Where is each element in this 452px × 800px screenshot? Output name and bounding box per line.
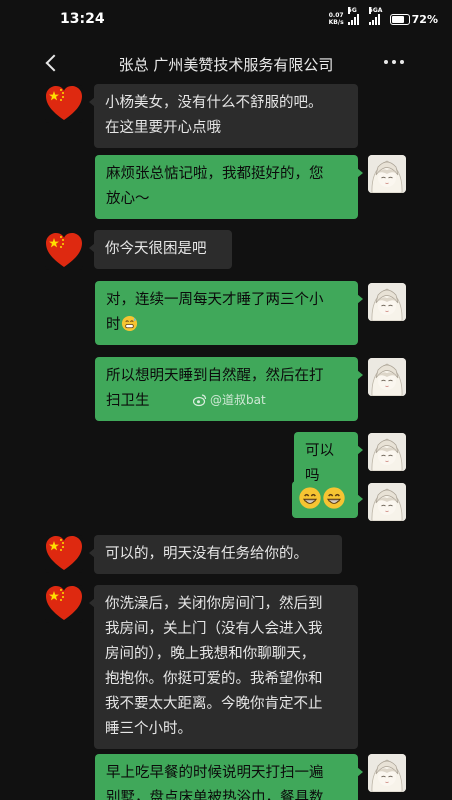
chat-header: 张总 广州美赞技术服务有限公司: [0, 40, 452, 86]
status-indicators: 0.07 KB/s 5G 5GA 72%: [329, 7, 438, 26]
battery: 72%: [389, 12, 438, 26]
message-text: 我不要太大距离。今晚你肯定不止: [105, 696, 323, 712]
contact-avatar[interactable]: [45, 535, 83, 573]
message-text: 房间的），晚上我想和你聊聊天，: [105, 646, 316, 662]
network-speed-value: 0.07: [328, 12, 344, 19]
message-bubble[interactable]: 你洗澡后，关闭你房间门，然后到 我房间，关上门（没有人会进入我 房间的），晚上我想和…: [89, 585, 358, 749]
message-text: 麻烦张总惦记啦，我都挺好的，您: [106, 166, 324, 182]
self-avatar[interactable]: [368, 358, 406, 396]
self-avatar[interactable]: [368, 754, 406, 792]
grin-emoji: [299, 487, 321, 509]
status-time: 13:24: [60, 11, 105, 27]
message-text: 所以想明天睡到自然醒，然后在打: [106, 368, 324, 384]
contact-avatar[interactable]: [45, 85, 83, 123]
message-bubble[interactable]: 所以想明天睡到自然醒，然后在打 扫卫生: [95, 357, 363, 421]
battery-icon: [389, 13, 410, 25]
network-speed-unit: KB/s: [328, 19, 344, 26]
watermark-text: @道叔bat: [210, 393, 266, 407]
chat-title: 张总 广州美赞技术服务有限公司: [118, 56, 334, 74]
message-text: 在这里要开心点哦: [105, 120, 221, 136]
more-dots-icon[interactable]: [384, 60, 404, 64]
message-text: 早上吃早餐的时候说明天打扫一遍: [106, 765, 324, 781]
message-bubble[interactable]: 可以的，明天没有任务给你的。: [89, 535, 342, 574]
message-text: 我房间，关上门（没有人会进入我: [105, 621, 323, 637]
signal-5ga-label: 5GA: [368, 7, 383, 14]
watermark: @道叔bat: [193, 391, 266, 408]
self-avatar[interactable]: [368, 283, 406, 321]
message-text: 你洗澡后，关闭你房间门，然后到: [105, 596, 323, 612]
contact-avatar[interactable]: [45, 232, 83, 270]
message-bubble[interactable]: 小杨美女，没有什么不舒服的吧。 在这里要开心点哦: [89, 84, 358, 148]
grin-emoji: [323, 487, 345, 509]
message-text: 你今天很困是吧: [105, 241, 207, 257]
message-bubble[interactable]: 麻烦张总惦记啦，我都挺好的，您 放心～: [95, 155, 363, 219]
message-bubble[interactable]: [292, 481, 363, 518]
self-avatar[interactable]: [368, 433, 406, 471]
self-avatar[interactable]: [368, 483, 406, 521]
message-text: 时: [106, 317, 121, 333]
message-text: 对，连续一周每天才睡了两三个小: [106, 292, 324, 308]
message-text: 放心～: [106, 191, 150, 207]
contact-avatar[interactable]: [45, 585, 83, 623]
message-text: 别墅，盘点床单被热浴巾，餐具数: [106, 790, 324, 800]
message-text: 扫卫生: [106, 393, 150, 409]
network-speed: 0.07 KB/s: [329, 12, 344, 26]
battery-level: 72%: [411, 12, 438, 26]
message-bubble[interactable]: 对，连续一周每天才睡了两三个小时: [95, 281, 363, 345]
status-bar: 13:24 0.07 KB/s 5G 5GA 72%: [0, 0, 452, 40]
message-text: 抱抱你。你挺可爱的。我希望你和: [105, 671, 323, 687]
message-bubble[interactable]: 早上吃早餐的时候说明天打扫一遍别墅，盘点床单被热浴巾，餐具数: [95, 754, 363, 800]
message-text: 可以的，明天没有任务给你的。: [105, 546, 308, 562]
message-text: 小杨美女，没有什么不舒服的吧。: [105, 95, 323, 111]
message-text: 可以吗: [305, 443, 334, 484]
sweat-smile-emoji: [121, 315, 137, 332]
signal-5ga-icon: 5GA: [368, 7, 382, 25]
signal-5g-label: 5G: [347, 7, 357, 14]
weibo-icon: [193, 393, 207, 406]
self-avatar[interactable]: [368, 155, 406, 193]
message-bubble[interactable]: 你今天很困是吧: [89, 230, 232, 269]
message-text: 睡三个小时。: [105, 721, 192, 737]
signal-5g-icon: 5G: [347, 7, 359, 25]
